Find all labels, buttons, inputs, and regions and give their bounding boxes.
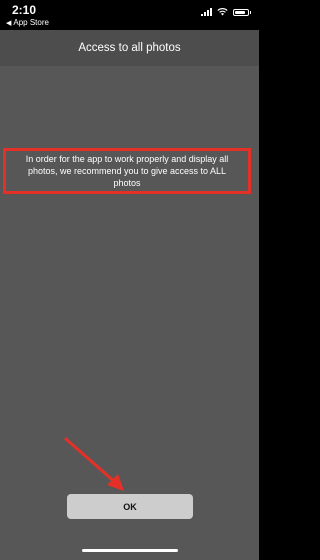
wifi-icon [217,8,228,16]
signal-icon [201,8,212,16]
home-indicator[interactable] [82,549,178,552]
battery-level-fill [235,10,245,14]
screen: 2:10 ◀ App Store Access to all photos In… [0,0,259,560]
status-icons [201,8,251,16]
ok-button[interactable]: OK [67,494,193,519]
permission-message: In order for the app to work properly an… [25,154,229,188]
status-time: 2:10 [12,3,37,17]
nav-bar: Access to all photos [0,30,259,66]
red-arrow-annotation [64,437,124,491]
battery-icon [233,8,251,16]
message-highlight-box: In order for the app to work properly an… [3,148,251,194]
back-app-label: App Store [13,18,49,27]
page-title: Access to all photos [78,42,181,54]
status-bar: 2:10 ◀ App Store [0,0,259,30]
back-triangle-icon: ◀ [6,19,12,27]
back-to-app-store[interactable]: ◀ App Store [6,18,49,27]
